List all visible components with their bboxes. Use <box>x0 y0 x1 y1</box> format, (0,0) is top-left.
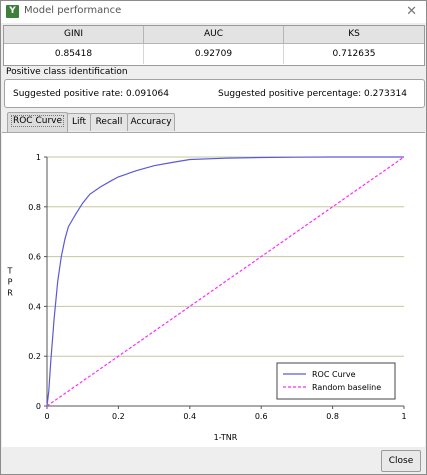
y-axis-label: P <box>8 278 13 287</box>
metrics-table: GINI AUC KS 0.85418 0.92709 0.712635 <box>3 25 425 66</box>
x-tick-label: 1 <box>401 412 406 421</box>
x-tick-label: 0.6 <box>255 412 268 421</box>
y-tick-label: 1 <box>36 153 41 162</box>
window-title: Model performance <box>24 5 122 16</box>
tab-roc-curve[interactable]: ROC Curve <box>7 112 68 132</box>
x-axis-label: 1-TNR <box>214 433 238 442</box>
legend-label: ROC Curve <box>312 370 356 379</box>
tab-label: Recall <box>95 117 123 127</box>
chart-tabs: ROC Curve Lift Recall Accuracy <box>1 111 426 132</box>
close-button[interactable]: Close <box>381 450 421 472</box>
suggested-positive-rate: Suggested positive rate: 0.091064 <box>13 89 169 99</box>
metric-value-ks: 0.712635 <box>332 49 376 59</box>
y-tick-label: 0.4 <box>28 302 41 311</box>
tab-label: Accuracy <box>130 117 172 127</box>
suggested-positive-percentage: Suggested positive percentage: 0.273314 <box>218 89 407 99</box>
metric-value-auc: 0.92709 <box>144 44 284 64</box>
metric-value-gini: 0.85418 <box>4 44 144 64</box>
y-tick-label: 0.6 <box>28 253 41 262</box>
y-tick-label: 0.2 <box>28 352 41 361</box>
y-axis-label: R <box>7 289 13 298</box>
title-bar: Y Model performance ✕ <box>1 1 426 23</box>
close-window-icon[interactable]: ✕ <box>406 4 417 19</box>
model-performance-window: Y Model performance ✕ GINI AUC KS 0.8541… <box>0 0 427 475</box>
y-tick-label: 0.8 <box>28 203 41 212</box>
chart-legend <box>276 362 396 400</box>
metric-header-auc: AUC <box>144 26 284 44</box>
tab-accuracy[interactable]: Accuracy <box>127 113 175 131</box>
positive-section-label: Positive class identification <box>6 67 128 77</box>
x-tick-label: 0.2 <box>112 412 125 421</box>
roc-chart: 0 0.2 0.4 0.6 0.8 1 0 0.2 0.4 0.6 0.8 1 1-TNR TPR ROC … <box>7 153 407 442</box>
x-tick-label: 0.4 <box>183 412 196 421</box>
roc-chart-panel: 0 0.2 0.4 0.6 0.8 1 0 0.2 0.4 0.6 0.8 1 1-TNR T P R ROC … <box>2 132 425 447</box>
metric-header-ks: KS <box>284 26 424 44</box>
y-tick-label: 0 <box>36 402 41 411</box>
bottom-bar: Close <box>1 447 426 474</box>
x-tick-label: 0.8 <box>326 412 339 421</box>
y-axis-label: T <box>7 267 13 276</box>
tab-recall[interactable]: Recall <box>90 113 128 131</box>
tab-label: Lift <box>71 117 87 127</box>
metric-header-gini: GINI <box>4 26 144 44</box>
tab-label: ROC Curve <box>10 115 65 127</box>
legend-label: Random baseline <box>312 383 381 392</box>
positive-info-box: Suggested positive rate: 0.091064 Sugges… <box>4 79 425 108</box>
tab-lift[interactable]: Lift <box>67 113 91 131</box>
x-tick-label: 0 <box>44 412 49 421</box>
app-icon: Y <box>6 5 19 18</box>
